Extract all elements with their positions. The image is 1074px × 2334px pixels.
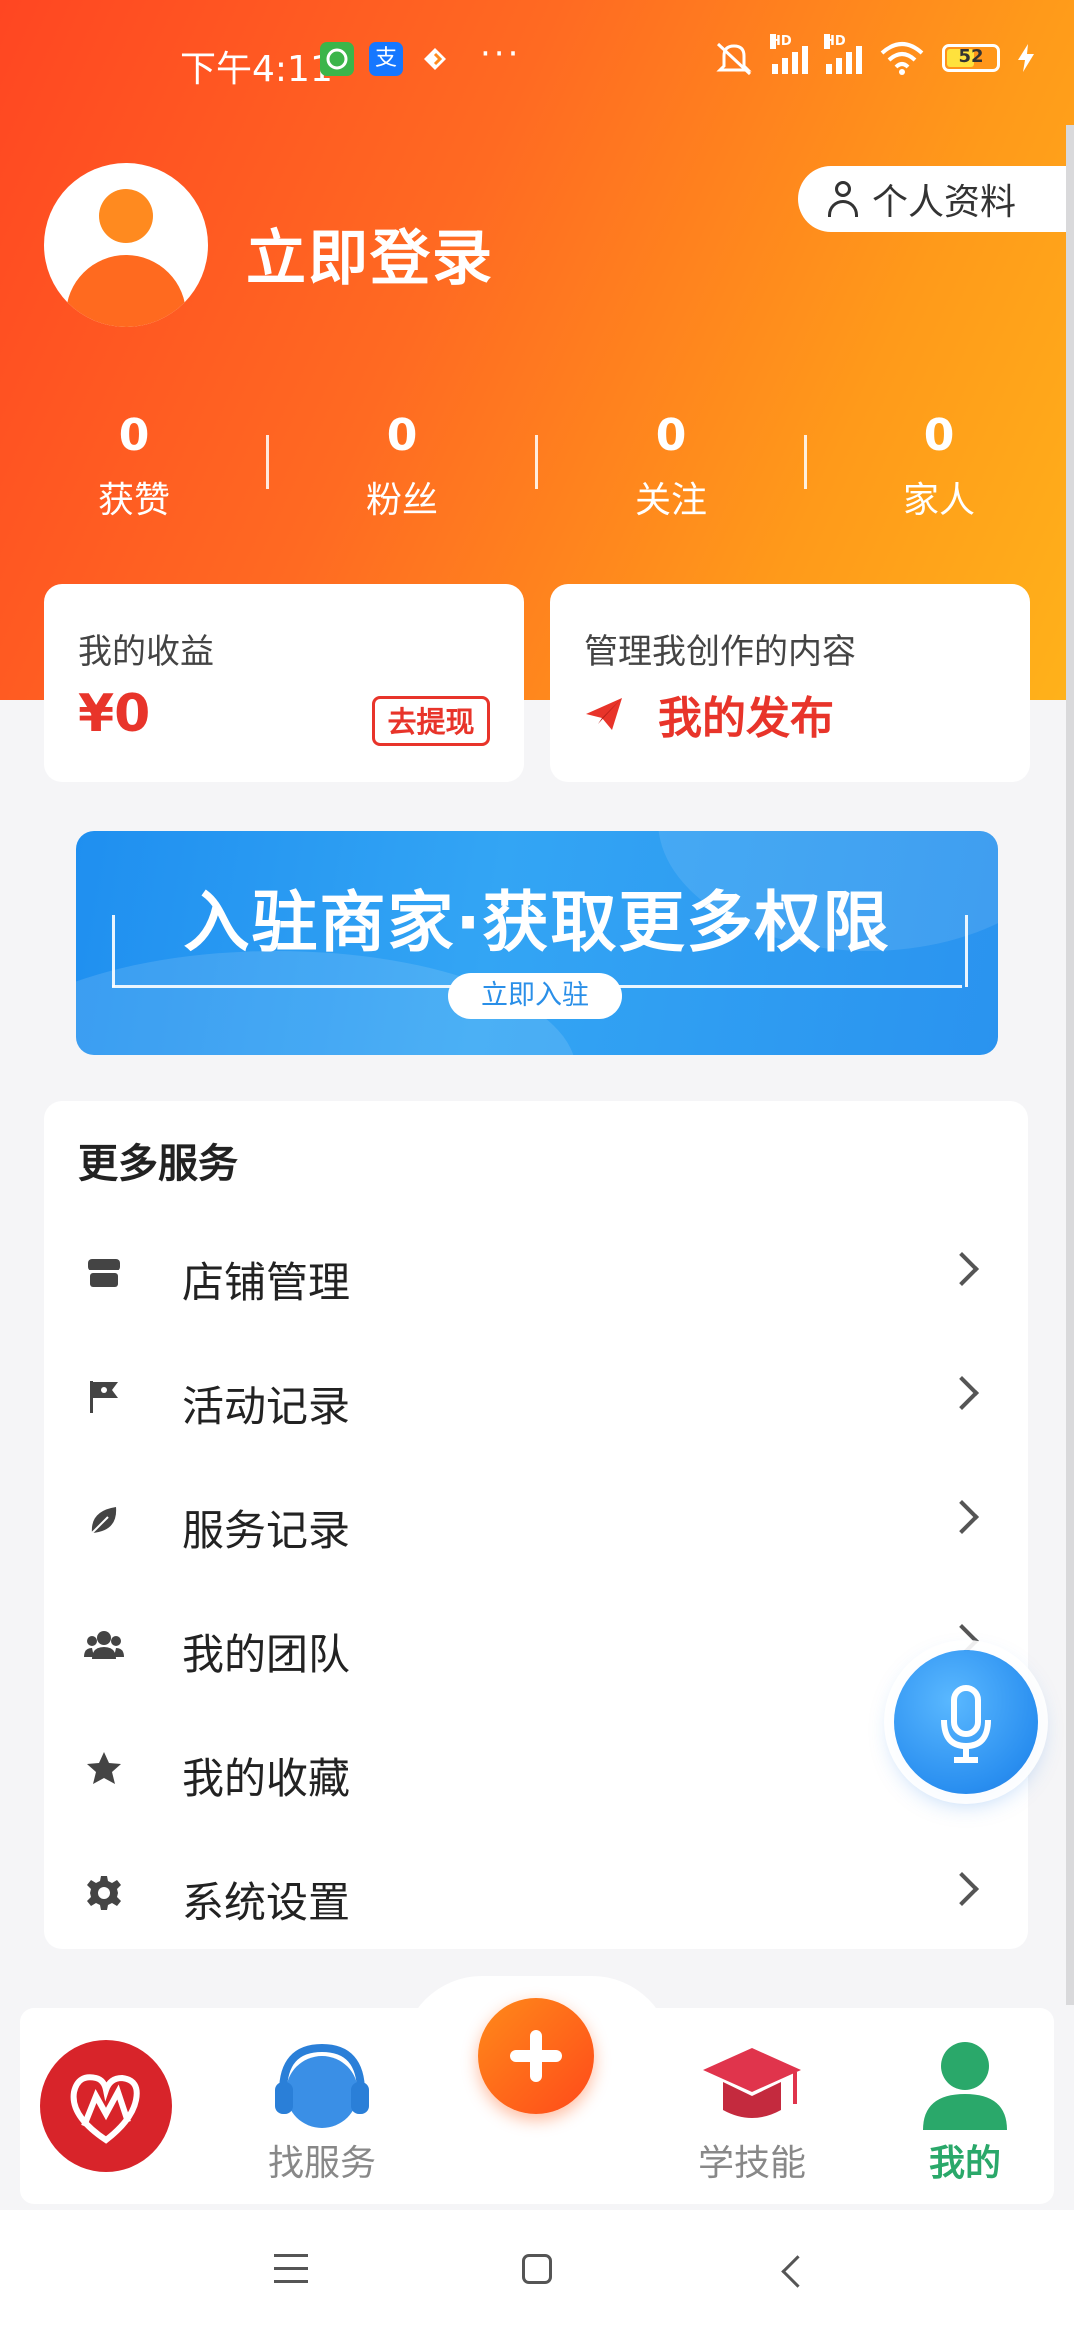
create-post-button[interactable] bbox=[478, 1998, 594, 2114]
avatar[interactable] bbox=[44, 163, 208, 327]
service-item-favorites[interactable]: 我的收藏 bbox=[44, 1707, 1028, 1831]
stat-likes[interactable]: 0 获赞 bbox=[44, 410, 224, 523]
service-label: 我的收藏 bbox=[182, 1754, 351, 1803]
nav-label: 找服务 bbox=[267, 2143, 376, 2184]
heart-logo-icon bbox=[70, 2074, 140, 2144]
stat-label: 获赞 bbox=[97, 480, 170, 521]
nav-find-service[interactable]: 找服务 bbox=[252, 2034, 392, 2186]
nav-learn-skills[interactable]: 学技能 bbox=[682, 2034, 822, 2186]
earnings-card[interactable]: 我的收益 ¥0 去提现 bbox=[44, 584, 524, 782]
system-navigation-bar bbox=[0, 2210, 1074, 2334]
stat-fans[interactable]: 0 粉丝 bbox=[312, 410, 492, 523]
status-bar: 下午4:11 支 ··· HD HD 52 bbox=[0, 0, 1074, 125]
stat-label: 家人 bbox=[902, 480, 975, 521]
chevron-right-icon bbox=[945, 1252, 979, 1286]
banner-title: 入驻商家·获取更多权限 bbox=[183, 884, 891, 961]
service-label: 我的团队 bbox=[182, 1630, 351, 1679]
chevron-right-icon bbox=[945, 1500, 979, 1534]
user-icon bbox=[828, 181, 858, 217]
join-now-button[interactable]: 立即入驻 bbox=[448, 973, 622, 1019]
leaf-icon bbox=[91, 1507, 117, 1534]
status-time: 下午4:11 bbox=[180, 49, 333, 90]
content-title: 管理我创作的内容 bbox=[584, 632, 856, 672]
service-label: 店铺管理 bbox=[182, 1258, 351, 1307]
stat-family[interactable]: 0 家人 bbox=[849, 410, 1029, 523]
back-icon[interactable] bbox=[781, 2255, 814, 2288]
stat-value: 0 bbox=[118, 410, 150, 461]
user-profile-icon bbox=[923, 2042, 1007, 2130]
service-label: 系统设置 bbox=[182, 1878, 351, 1927]
gear-icon bbox=[87, 1876, 121, 1910]
flag-icon bbox=[90, 1381, 118, 1413]
star-icon bbox=[87, 1752, 121, 1784]
stat-value: 0 bbox=[923, 410, 955, 461]
nav-label: 学技能 bbox=[697, 2143, 806, 2184]
graduation-cap-icon bbox=[703, 2048, 801, 2118]
signal-icon-1: HD bbox=[770, 34, 808, 74]
alipay-notification-icon: 支 bbox=[369, 42, 403, 76]
plus-icon-vertical bbox=[530, 2030, 542, 2082]
service-item-settings[interactable]: 系统设置 bbox=[44, 1831, 1028, 1955]
nav-label: 我的 bbox=[928, 2143, 1001, 2184]
mute-icon bbox=[716, 42, 752, 76]
navigation-notification-icon bbox=[418, 42, 452, 76]
personal-profile-button[interactable]: 个人资料 bbox=[798, 166, 1074, 232]
service-item-service-records[interactable]: 服务记录 bbox=[44, 1459, 1028, 1583]
service-item-store[interactable]: 店铺管理 bbox=[44, 1211, 1028, 1335]
avatar-body bbox=[66, 255, 186, 327]
headset-icon bbox=[275, 2043, 369, 2128]
chevron-right-icon bbox=[945, 1872, 979, 1906]
signal-icon-2: HD bbox=[824, 34, 862, 74]
microphone-icon bbox=[941, 1685, 991, 1763]
earnings-title: 我的收益 bbox=[78, 632, 214, 672]
recent-apps-icon[interactable] bbox=[274, 2254, 308, 2293]
stat-divider bbox=[266, 435, 269, 489]
paper-plane-icon bbox=[586, 698, 622, 730]
stat-divider bbox=[535, 435, 538, 489]
service-label: 活动记录 bbox=[182, 1382, 351, 1431]
service-item-activity[interactable]: 活动记录 bbox=[44, 1335, 1028, 1459]
home-icon[interactable] bbox=[522, 2254, 552, 2284]
personal-profile-label: 个人资料 bbox=[872, 182, 1017, 223]
stat-following[interactable]: 0 关注 bbox=[581, 410, 761, 523]
my-publish-link[interactable]: 我的发布 bbox=[584, 682, 834, 746]
stat-label: 关注 bbox=[634, 480, 707, 521]
stat-value: 0 bbox=[655, 410, 687, 461]
login-link[interactable]: 立即登录 bbox=[246, 210, 494, 297]
nav-mine[interactable]: 我的 bbox=[900, 2034, 1030, 2186]
my-publish-label: 我的发布 bbox=[658, 693, 834, 744]
avatar-head bbox=[99, 189, 153, 243]
chevron-right-icon bbox=[945, 1376, 979, 1410]
stat-label: 粉丝 bbox=[365, 480, 438, 521]
stat-value: 0 bbox=[386, 410, 418, 461]
app-logo-tab[interactable] bbox=[40, 2040, 172, 2172]
wifi-icon bbox=[880, 42, 924, 75]
charging-icon bbox=[1018, 44, 1034, 72]
withdraw-button[interactable]: 去提现 bbox=[372, 696, 490, 746]
wechat-notification-icon bbox=[320, 42, 354, 76]
merchant-banner[interactable]: 入驻商家·获取更多权限 立即入驻 bbox=[76, 831, 998, 1055]
store-icon bbox=[88, 1259, 120, 1287]
stat-divider bbox=[804, 435, 807, 489]
battery-icon: 52 bbox=[942, 44, 1000, 72]
voice-assistant-button[interactable] bbox=[894, 1650, 1038, 1794]
status-more-dots: ··· bbox=[480, 34, 522, 74]
scrollbar-edge bbox=[1066, 125, 1074, 2005]
more-services-title: 更多服务 bbox=[78, 1141, 238, 1187]
earnings-amount: ¥0 bbox=[78, 684, 151, 744]
service-label: 服务记录 bbox=[182, 1506, 351, 1555]
content-card[interactable]: 管理我创作的内容 我的发布 bbox=[550, 584, 1030, 782]
service-item-team[interactable]: 我的团队 bbox=[44, 1583, 1028, 1707]
more-services-panel: 更多服务 店铺管理 活动记录 服务记录 我的团队 我的收藏 系统设置 bbox=[44, 1101, 1028, 1949]
team-icon bbox=[84, 1631, 124, 1659]
